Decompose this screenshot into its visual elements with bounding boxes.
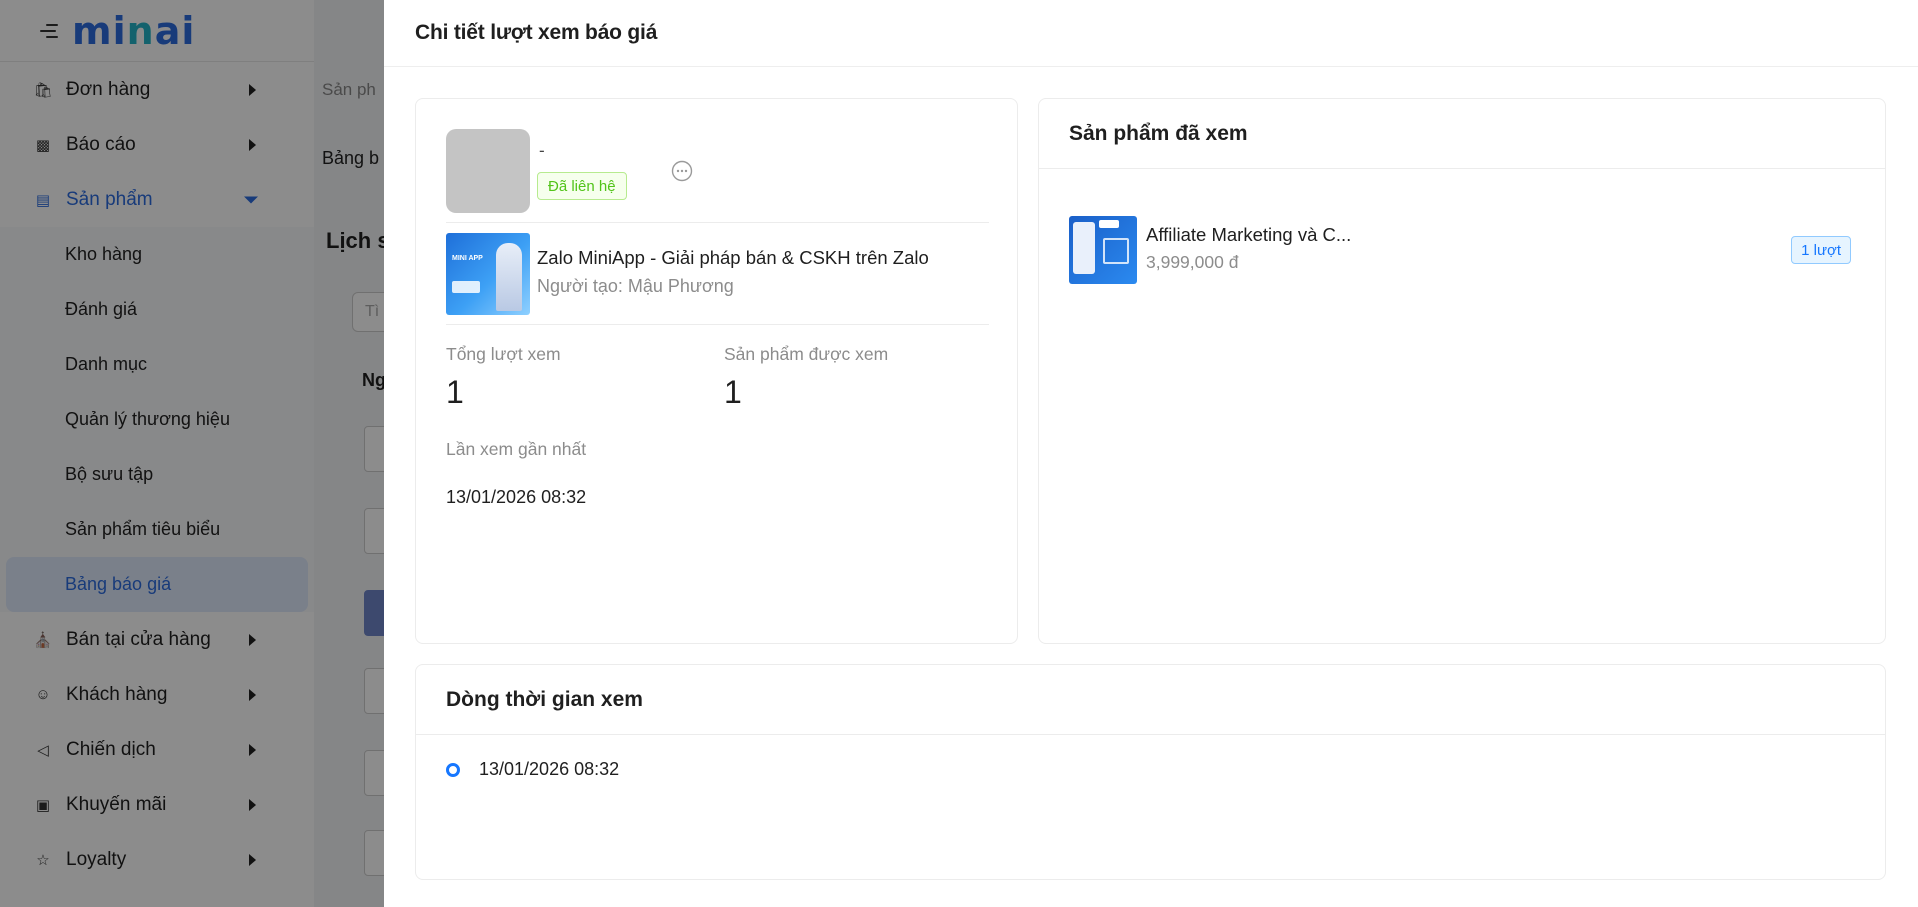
viewed-products-card: Sản phẩm đã xem Affiliate Marketing và C… [1038,98,1886,644]
total-views-label: Tổng lượt xem [446,344,561,364]
divider [446,324,989,325]
drawer-header: Chi tiết lượt xem báo giá [384,0,1918,67]
status-badge: Đã liên hệ [537,172,627,200]
chat-icon[interactable] [670,159,694,183]
quote-summary-card: - Đã liên hệ MINI APP Zalo MiniApp - Giả… [415,98,1018,644]
viewed-products-title: Sản phẩm đã xem [1039,99,1885,169]
customer-name: - [539,141,545,160]
quote-creator: Người tạo: Mậu Phương [537,276,734,296]
timeline-dot-icon [446,762,460,777]
products-viewed-value: 1 [724,374,742,410]
timeline-item: 13/01/2026 08:32 [446,759,619,780]
view-timeline-card: Dòng thời gian xem 13/01/2026 08:32 [415,664,1886,880]
product-price: 3,999,000 đ [1146,252,1239,272]
last-view-label: Lần xem gần nhất [446,439,587,459]
view-timeline-title: Dòng thời gian xem [416,665,1885,735]
product-name: Affiliate Marketing và C... [1146,224,1352,245]
products-viewed-label: Sản phẩm được xem [724,344,889,364]
timeline-time: 13/01/2026 08:32 [479,759,620,779]
view-detail-drawer: Chi tiết lượt xem báo giá - Đã liên hệ M… [384,0,1918,907]
view-count-badge: 1 lượt [1791,236,1851,264]
list-item[interactable]: Affiliate Marketing và C... 3,999,000 đ … [1069,216,1859,286]
total-views-value: 1 [446,374,464,410]
divider [446,222,989,223]
product-thumbnail [1069,216,1137,284]
quote-thumbnail: MINI APP [446,233,530,315]
drawer-title: Chi tiết lượt xem báo giá [415,21,658,44]
avatar [446,129,530,213]
quote-name: Zalo MiniApp - Giải pháp bán & CSKH trên… [537,247,929,268]
last-view-value: 13/01/2026 08:32 [446,487,587,507]
